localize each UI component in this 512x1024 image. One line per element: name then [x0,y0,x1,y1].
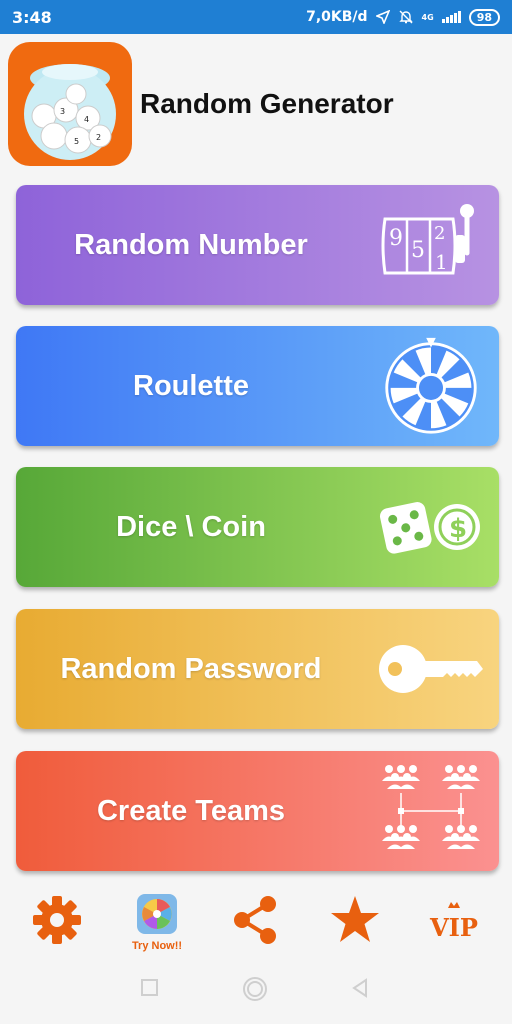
slot-digit: 9 [389,226,403,251]
share-icon[interactable] [228,892,284,948]
battery-badge: 98 [468,8,500,26]
slot-digit: 2 [434,223,445,244]
promo-wheel-icon [137,894,177,934]
vip-icon[interactable]: VIP [426,892,482,948]
app-title: Random Generator [140,88,394,119]
gear-icon[interactable] [29,892,85,948]
create-teams-label: Create Teams [96,794,286,827]
location-arrow-icon [375,10,390,24]
create-teams-button[interactable]: Create Teams [16,751,499,871]
slot-digit: 1 [435,250,448,274]
signal-icon [441,11,461,23]
random-password-label: Random Password [60,652,322,685]
bottom-toolbar: Try Now!! VIP [0,882,512,954]
random-number-label: Random Number [74,228,308,261]
svg-text:4: 4 [84,115,89,124]
recents-icon[interactable] [140,978,160,998]
random-number-button[interactable]: Random Number 9 5 2 1 [16,185,499,305]
teams-icon [382,765,480,849]
try-now-button[interactable]: Try Now!! [129,892,185,952]
random-password-button[interactable]: Random Password [16,609,499,729]
roulette-button[interactable]: Roulette [16,326,499,446]
network-type: 4G [421,12,434,22]
try-now-label: Try Now!! [131,940,183,952]
key-icon [379,645,483,693]
lottery-balls-icon: 3 4 5 2 [8,42,132,166]
svg-text:2: 2 [96,133,101,142]
home-icon[interactable] [241,975,269,1003]
system-nav-bar [0,962,512,1024]
dice-coin-icon: $ [379,502,480,554]
coin-symbol: $ [449,514,467,544]
dice-coin-label: Dice \ Coin [116,510,266,543]
vip-label: VIP [429,913,478,942]
back-icon[interactable] [350,978,370,998]
status-bar: 3:48 7,0KB/d 4G 98 [0,0,512,34]
dice-coin-button[interactable]: Dice \ Coin $ [16,467,499,587]
svg-text:3: 3 [60,107,65,116]
net-speed: 7,0KB/d [306,9,368,25]
roulette-label: Roulette [133,369,249,402]
bell-off-icon [398,10,413,24]
slot-digit: 5 [411,238,425,263]
svg-text:5: 5 [74,137,79,146]
status-time: 3:48 [12,7,52,27]
app-header: 3 4 5 2 Random Generator [8,42,504,168]
star-icon[interactable] [327,892,383,948]
wheel-icon [385,337,477,434]
slot-machine-icon: 9 5 2 1 [381,204,474,275]
